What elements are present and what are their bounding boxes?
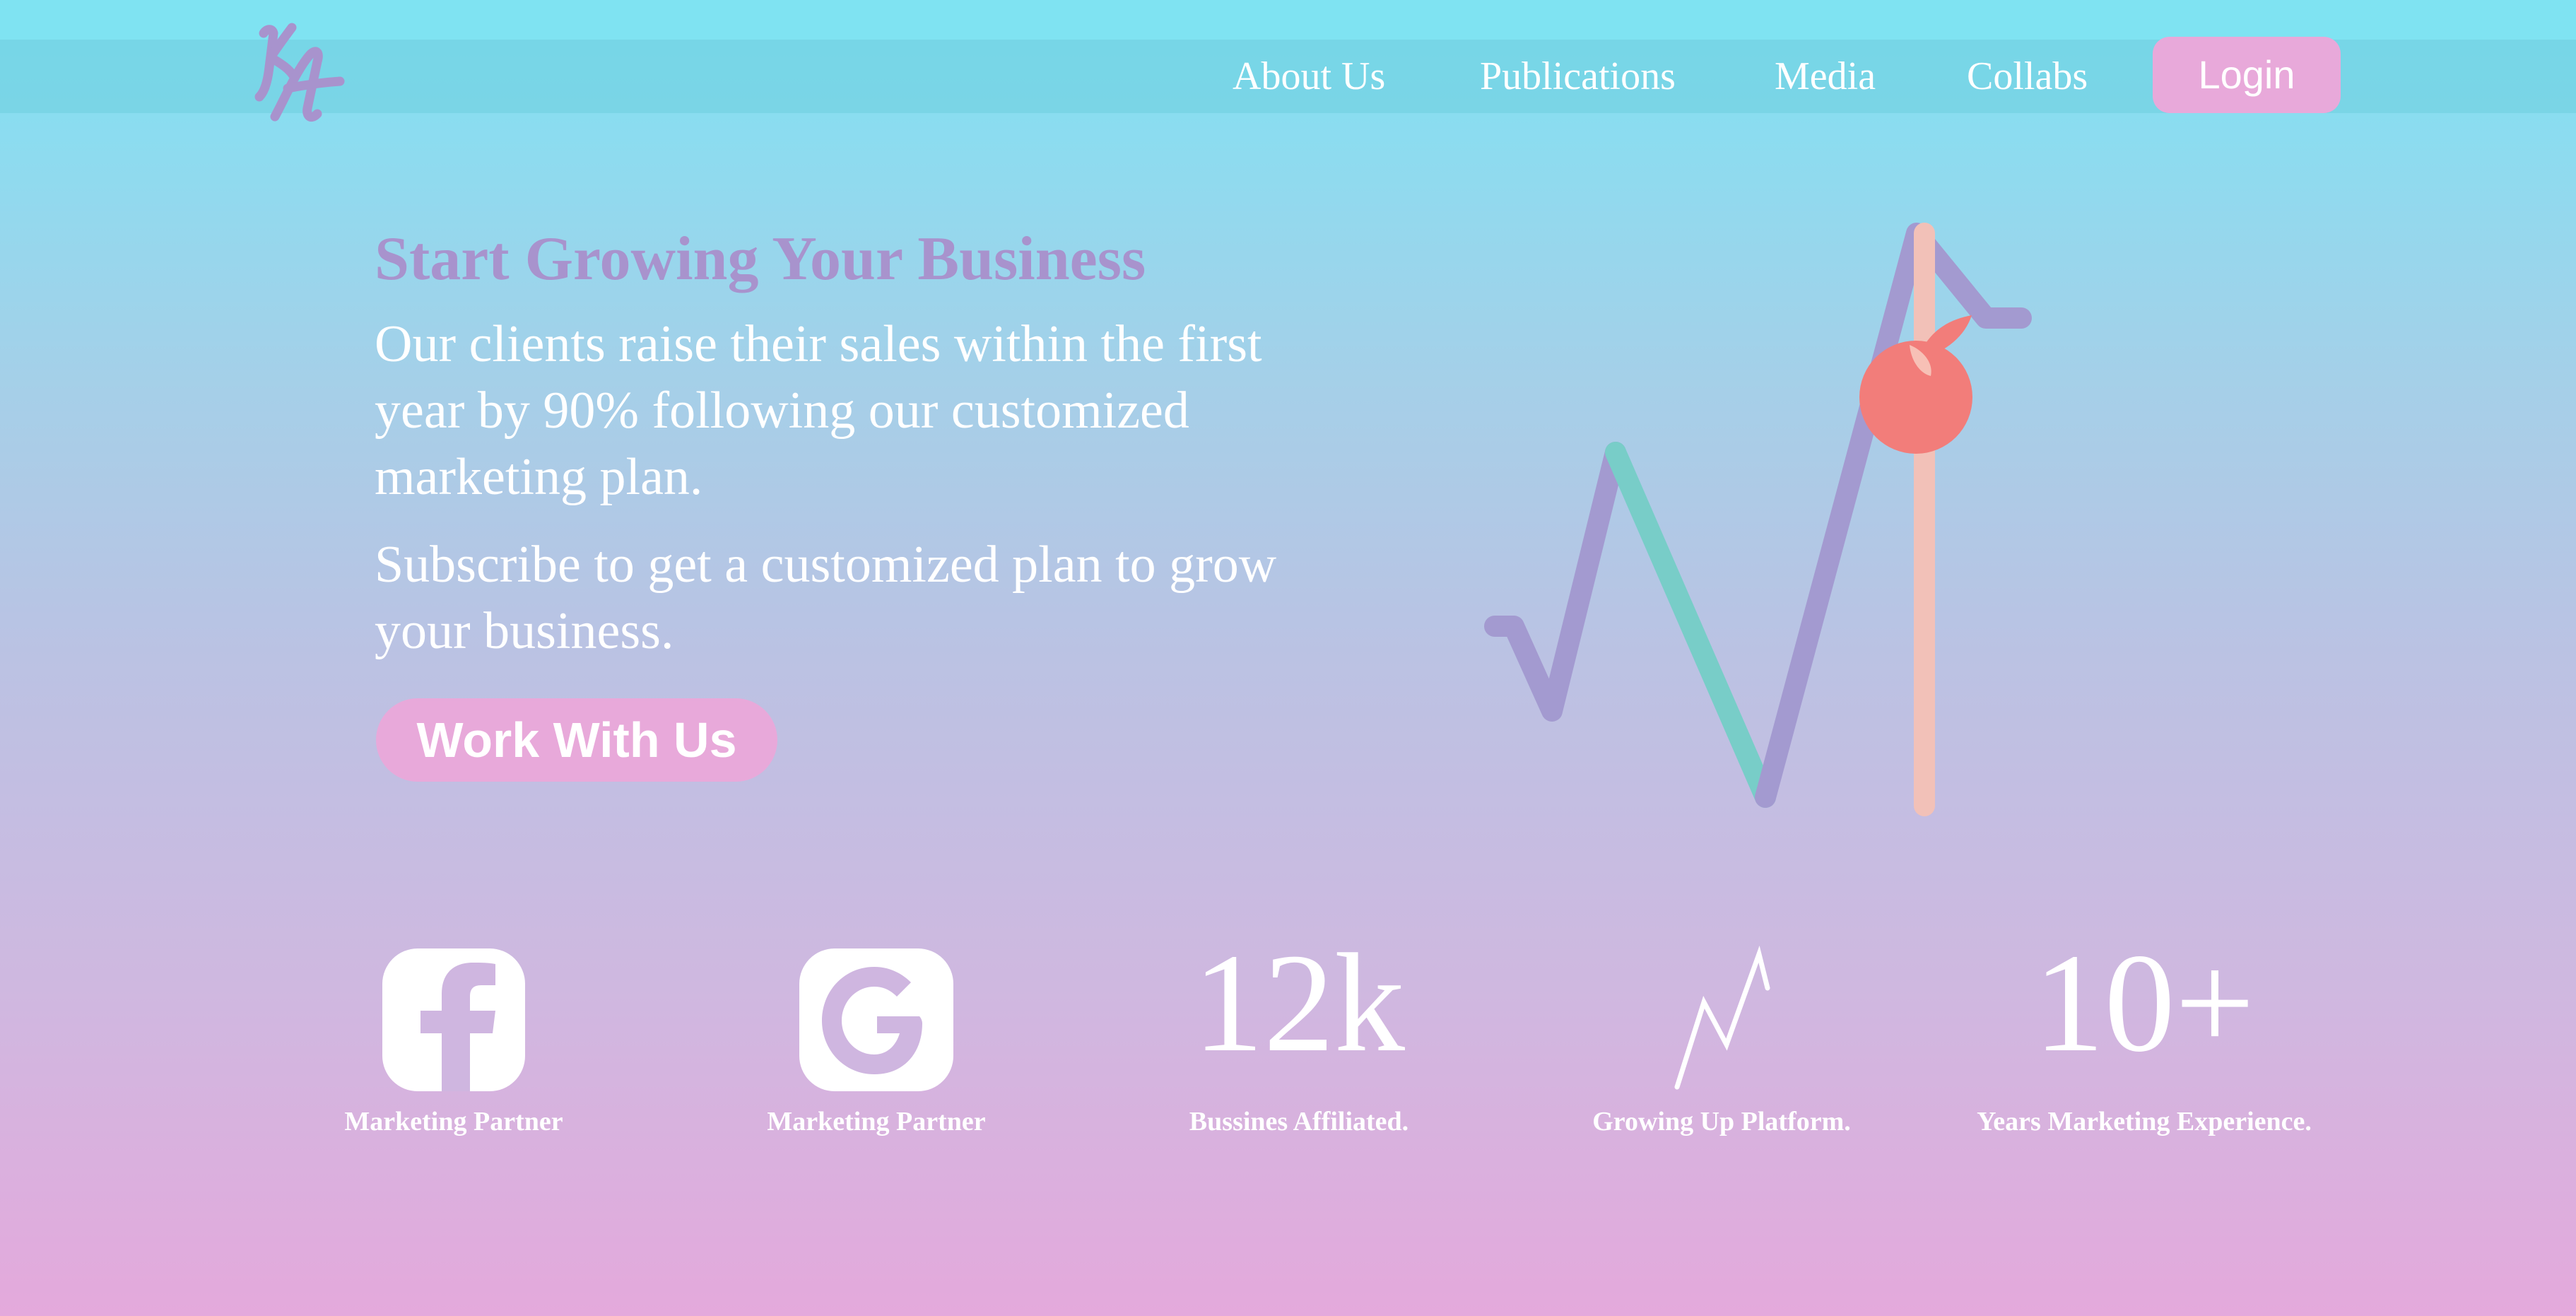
stat-label: Growing Up Platform.: [1592, 1107, 1851, 1136]
nav-about-us[interactable]: About Us: [1233, 48, 1385, 105]
facebook-icon[interactable]: [382, 948, 525, 1091]
chart-line-teal: [1605, 442, 1776, 808]
chart-line-purple-rise: [1755, 223, 2032, 808]
stat-number: 12k: [1193, 925, 1405, 1081]
stat-number: 10+: [2033, 925, 2255, 1081]
stat-label: Marketing Partner: [344, 1107, 563, 1136]
login-button[interactable]: Login: [2153, 37, 2341, 113]
chart-line-purple-left: [1484, 442, 1626, 722]
growth-chart-illustration: [1484, 223, 2032, 816]
stat-businesses: 12k Bussines Affiliated.: [1087, 926, 1511, 1152]
stat-facebook: Marketing Partner: [242, 940, 666, 1152]
nav-media[interactable]: Media: [1775, 48, 1876, 105]
logo-icon[interactable]: [251, 18, 346, 127]
top-band: [0, 0, 2576, 40]
hero-paragraph-results: Our clients raise their sales within the…: [375, 315, 1262, 506]
work-with-us-button[interactable]: Work With Us: [376, 698, 777, 782]
stat-growth: Growing Up Platform.: [1510, 940, 1934, 1152]
stat-google: Marketing Partner: [664, 940, 1088, 1152]
google-icon[interactable]: [799, 948, 953, 1091]
nav-publications[interactable]: Publications: [1480, 48, 1676, 105]
hero-title: Start Growing Your Business: [375, 225, 1146, 293]
stat-label: Bussines Affiliated.: [1189, 1107, 1409, 1136]
hero-paragraph-subscribe: Subscribe to get a customized plan to gr…: [375, 536, 1277, 660]
stat-label: Years Marketing Experience.: [1977, 1107, 2312, 1136]
stat-label: Marketing Partner: [767, 1107, 986, 1136]
stat-experience: 10+ Years Marketing Experience.: [1932, 926, 2356, 1152]
nav-collabs[interactable]: Collabs: [1967, 48, 2088, 105]
growth-zigzag-icon: [1674, 946, 1770, 1090]
